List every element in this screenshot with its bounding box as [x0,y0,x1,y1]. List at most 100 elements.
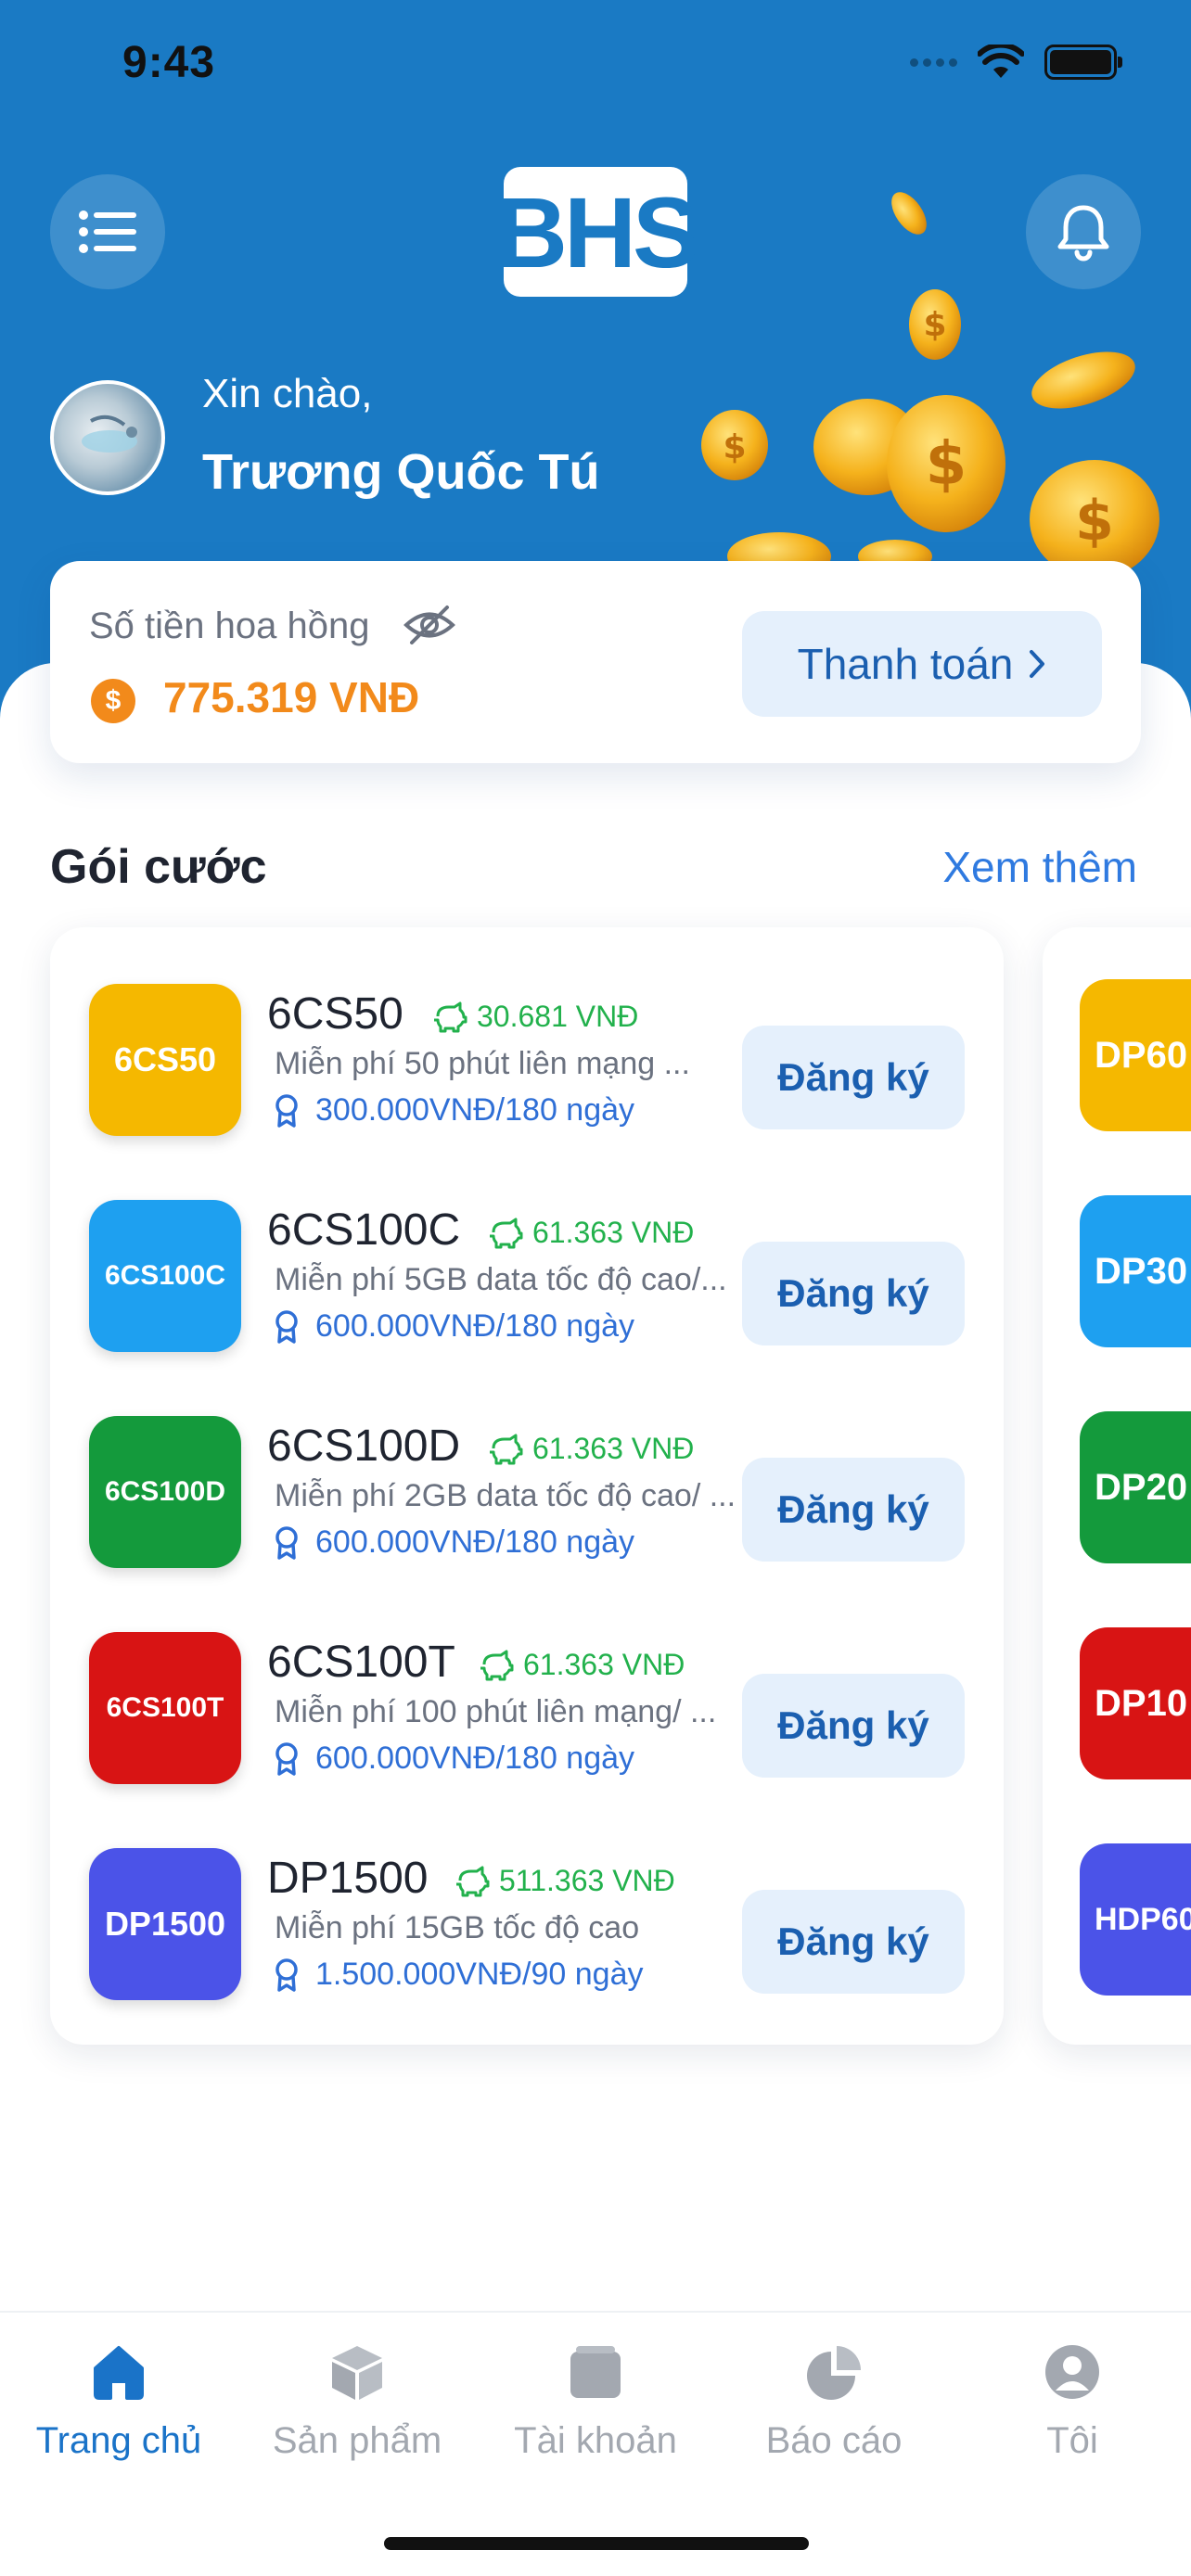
nav-item-reports[interactable]: Báo cáo [715,2342,953,2462]
piggy-bank-icon [456,1866,490,1896]
package-name: 6CS100C [267,1205,461,1255]
package-price: 1.500.000VNĐ/90 ngày [275,1957,643,1993]
nav-item-account[interactable]: Tài khoản [477,2342,714,2462]
register-button[interactable]: Đăng ký [742,1242,965,1345]
package-row[interactable]: 6CS100D 6CS100D 61.363 VNĐ Miễn phí 2GB … [50,1411,1004,1569]
eye-off-icon[interactable] [403,602,456,648]
package-price: 600.000VNĐ/180 ngày [275,1524,634,1561]
package-bonus-amount: 30.681 VNĐ [477,1000,639,1033]
package-bonus-amount: 61.363 VNĐ [532,1216,695,1249]
status-icons [910,45,1122,80]
commission-amount: 775.319 VNĐ [163,673,420,721]
user-icon [1045,2345,1099,2399]
package-name: 6CS100T [267,1638,455,1687]
package-price-text: 300.000VNĐ/180 ngày [315,1092,635,1128]
package-price-text: 1.500.000VNĐ/90 ngày [315,1957,644,1992]
package-bonus-amount: 511.363 VNĐ [499,1864,675,1897]
package-thumbnail: DP20 [1080,1411,1191,1563]
package-thumbnail: DP60 [1080,979,1191,1131]
nav-label: Trang chủ [35,2420,202,2461]
signal-icon [910,57,957,67]
svg-text:$: $ [923,306,946,344]
pie-chart-icon [807,2346,861,2400]
nav-item-products[interactable]: Sản phẩm [238,2342,476,2462]
package-thumbnail: DP30 [1080,1195,1191,1347]
piggy-bank-icon [490,1218,523,1248]
award-icon [275,1093,298,1128]
svg-text:$: $ [926,430,967,499]
register-button[interactable]: Đăng ký [742,1890,965,1994]
package-bonus-amount: 61.363 VNĐ [523,1648,685,1681]
payment-button[interactable]: Thanh toán [742,611,1102,717]
package-row[interactable]: 6CS100T 6CS100T 61.363 VNĐ Miễn phí 100 … [50,1627,1004,1785]
piggy-bank-icon [434,1001,467,1032]
chevron-right-icon [1030,650,1045,678]
package-description: Miễn phí 100 phút liên mạng/ ... [275,1694,717,1729]
package-bonus: 30.681 VNĐ [432,1000,638,1034]
package-row[interactable]: DP1500 DP1500 511.363 VNĐ Miễn phí 15GB … [50,1843,1004,2001]
package-price: 300.000VNĐ/180 ngày [275,1092,634,1129]
package-description: Miễn phí 2GB data tốc độ cao/ ... [275,1478,736,1513]
package-description: Miễn phí 5GB data tốc độ cao/... [275,1262,727,1297]
package-bonus: 61.363 VNĐ [488,1432,694,1466]
package-thumbnail: DP10 [1080,1627,1191,1779]
piggy-bank-icon [480,1650,514,1680]
package-thumbnail: HDP60 [1080,1843,1191,1996]
package-price-text: 600.000VNĐ/180 ngày [315,1524,635,1560]
award-icon [275,1958,298,1992]
greeting-text: Xin chào, [202,371,373,416]
register-button[interactable]: Đăng ký [742,1026,965,1129]
avatar[interactable] [50,380,165,495]
package-bonus: 61.363 VNĐ [488,1216,694,1250]
register-button[interactable]: Đăng ký [742,1674,965,1778]
package-thumbnail: 6CS50 [89,984,241,1136]
package-name: 6CS100D [267,1422,461,1471]
bell-icon [1057,205,1109,261]
packages-section-title: Gói cước [50,840,267,894]
svg-text:$: $ [723,428,746,466]
home-icon [94,2346,144,2400]
nav-label: Sản phẩm [272,2420,442,2461]
logo-text: BHS [495,167,699,297]
package-description: Miễn phí 15GB tốc độ cao [275,1910,640,1945]
list-icon [79,210,136,253]
nav-label: Tài khoản [514,2420,677,2461]
award-icon [275,1309,298,1344]
nav-label: Tôi [1046,2420,1098,2461]
package-bonus: 61.363 VNĐ [479,1648,685,1682]
box-icon [332,2346,382,2400]
nav-label: Báo cáo [765,2420,903,2461]
package-thumbnail: 6CS100D [89,1416,241,1568]
wallet-icon [570,2346,621,2398]
register-button[interactable]: Đăng ký [742,1458,965,1562]
package-price-text: 600.000VNĐ/180 ngày [315,1741,635,1776]
svg-text:$: $ [1075,489,1114,554]
package-name: 6CS50 [267,989,403,1039]
package-price: 600.000VNĐ/180 ngày [275,1308,634,1345]
packages-card: 6CS50 6CS50 30.681 VNĐ Miễn phí 50 phút … [50,927,1004,2045]
package-row[interactable]: 6CS100C 6CS100C 61.363 VNĐ Miễn phí 5GB … [50,1195,1004,1353]
award-icon [275,1741,298,1776]
battery-icon [1044,45,1122,80]
commission-card: Số tiền hoa hồng $ 775.319 VNĐ Thanh toá… [50,561,1141,763]
menu-button[interactable] [50,174,165,289]
package-name: DP1500 [267,1854,429,1903]
package-bonus: 511.363 VNĐ [455,1864,675,1898]
home-indicator [384,2537,809,2550]
avatar-image [82,414,137,453]
piggy-bank-icon [490,1434,523,1464]
nav-item-me[interactable]: Tôi [954,2342,1191,2462]
nav-item-home[interactable]: Trang chủ [0,2342,237,2462]
package-thumbnail: DP1500 [89,1848,241,2000]
see-more-link[interactable]: Xem thêm [942,842,1137,892]
notification-button[interactable] [1026,174,1141,289]
commission-label: Số tiền hoa hồng [89,606,370,646]
package-row[interactable]: 6CS50 6CS50 30.681 VNĐ Miễn phí 50 phút … [50,979,1004,1137]
status-time: 9:43 [122,38,216,87]
package-description: Miễn phí 50 phút liên mạng ... [275,1046,690,1081]
user-name: Trương Quốc Tú [202,444,600,500]
dollar-coin-icon: $ [91,679,135,723]
package-bonus-amount: 61.363 VNĐ [532,1432,695,1465]
package-thumbnail: 6CS100T [89,1632,241,1784]
packages-card-next[interactable]: DP60 DP30 DP20 DP10 HDP60 [1043,927,1191,2045]
